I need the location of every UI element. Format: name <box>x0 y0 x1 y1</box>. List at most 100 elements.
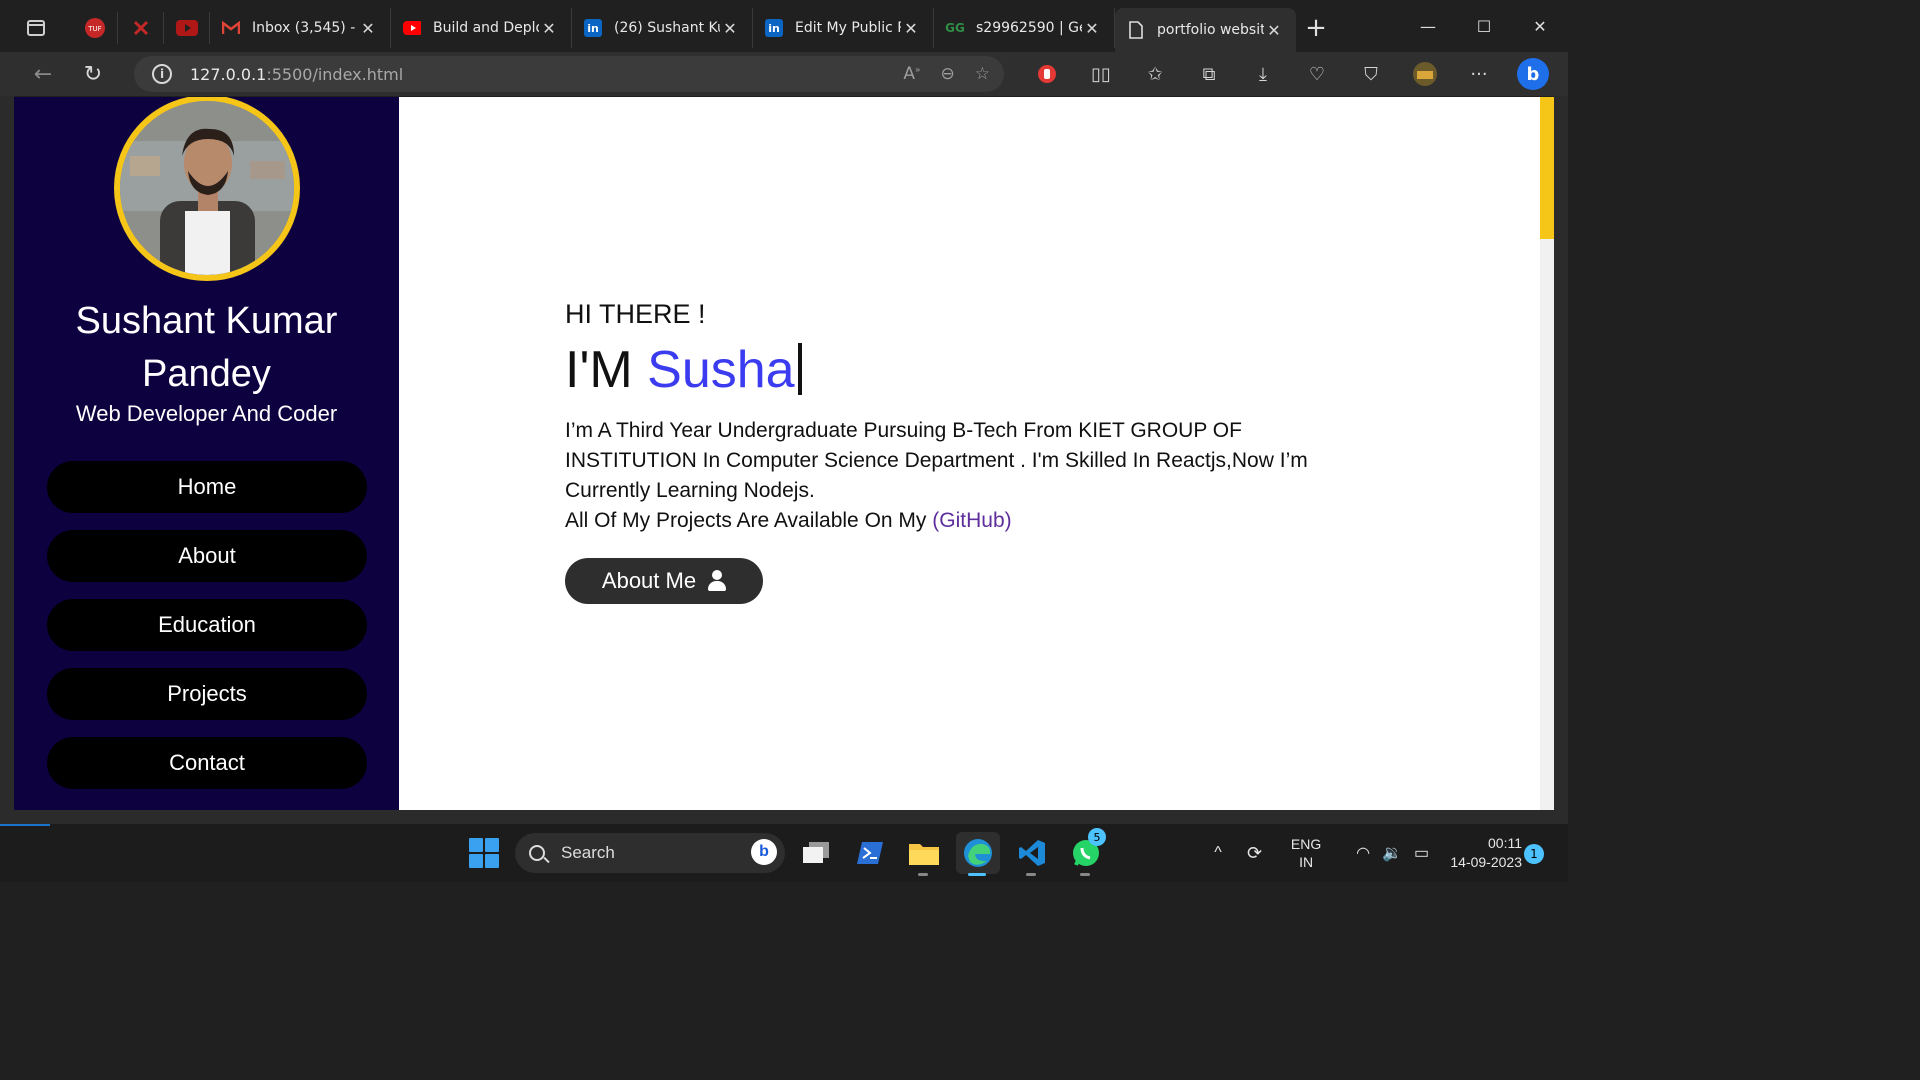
nav-projects-button[interactable]: Projects <box>47 668 367 720</box>
new-tab-button[interactable]: + <box>1296 8 1336 48</box>
browser-essentials-icon[interactable]: ♡ <box>1290 52 1344 96</box>
geeksforgeeks-icon: GG <box>945 21 965 35</box>
gmail-icon <box>222 19 240 37</box>
battery-icon: ▭ <box>1413 845 1430 862</box>
bio-line-github: All Of My Projects Are Available On My (… <box>565 506 1385 536</box>
tuf-icon: TUF <box>84 18 105 38</box>
close-icon[interactable]: ✕ <box>539 19 559 38</box>
zoom-out-icon[interactable]: ⊖ <box>941 64 955 84</box>
minimize-button[interactable]: — <box>1400 0 1456 52</box>
window-frame-right <box>1554 96 1568 816</box>
taskbar-clock[interactable]: 00:11 14-09-2023 <box>1430 834 1522 872</box>
tab-geeksforgeeks[interactable]: GG s29962590 | Ge ✕ <box>934 8 1115 48</box>
scrollbar-thumb[interactable] <box>1540 97 1554 239</box>
site-info-icon[interactable]: i <box>152 64 172 84</box>
sync-icon[interactable]: ⟳ <box>1247 843 1262 864</box>
tab-title: Edit My Public P <box>795 20 901 36</box>
typed-name: Susha <box>647 341 795 399</box>
toolbar-icons: ▯▯ ✩ ⧉ ⤓ ♡ ⛉ ··· b <box>1020 52 1560 96</box>
edge-icon <box>964 839 992 867</box>
window-frame-bottom <box>0 810 1568 824</box>
profile-avatar[interactable] <box>1398 52 1452 96</box>
nav-contact-button[interactable]: Contact <box>47 737 367 789</box>
tab-gmail[interactable]: Inbox (3,545) - s ✕ <box>210 8 391 48</box>
powershell-icon <box>857 842 883 864</box>
pinned-tabs: TUF <box>72 8 210 48</box>
read-aloud-icon[interactable]: A» <box>903 64 920 84</box>
language-indicator[interactable]: ENG IN <box>1276 835 1336 871</box>
tab-actions-button[interactable] <box>0 8 72 48</box>
tab-title: (26) Sushant Ku <box>614 20 720 36</box>
taskbar-search[interactable]: Search b <box>515 833 785 873</box>
nav-about-button[interactable]: About <box>47 530 367 582</box>
pinned-tab-youtube[interactable] <box>164 12 210 44</box>
close-icon[interactable]: ✕ <box>1082 19 1102 38</box>
about-me-button[interactable]: About Me <box>565 558 763 604</box>
refresh-button[interactable]: ↻ <box>68 54 118 94</box>
quick-settings[interactable]: ◠ 🔉 ▭ <box>1356 843 1429 863</box>
favorite-star-icon[interactable]: ☆ <box>975 64 990 84</box>
tab-title: s29962590 | Ge <box>976 20 1082 36</box>
close-icon[interactable]: ✕ <box>358 19 378 38</box>
close-icon[interactable]: ✕ <box>1264 21 1284 40</box>
address-bar-actions: A» ⊖ ☆ <box>903 56 990 92</box>
clock-time: 00:11 <box>1488 835 1522 851</box>
back-button[interactable]: ← <box>18 54 68 94</box>
tab-portfolio-active[interactable]: portfolio websit ✕ <box>1115 8 1296 52</box>
tab-title: Inbox (3,545) - s <box>252 20 358 36</box>
file-explorer-app[interactable] <box>902 832 946 876</box>
profile-name-line2: Pandey <box>142 353 271 395</box>
notification-badge[interactable]: 1 <box>1524 844 1544 864</box>
region-code: IN <box>1299 854 1314 870</box>
tab-linkedin-profile[interactable]: in (26) Sushant Ku ✕ <box>572 8 753 48</box>
typing-caret <box>797 343 802 395</box>
x-icon <box>133 20 148 36</box>
github-link[interactable]: (GitHub) <box>932 509 1011 532</box>
vscode-icon <box>1019 840 1045 866</box>
nav-home-button[interactable]: Home <box>47 461 367 513</box>
copilot-shield-icon[interactable]: ⛉ <box>1344 52 1398 96</box>
bing-copilot-icon[interactable]: b <box>1506 52 1560 96</box>
user-icon <box>708 570 727 592</box>
adblock-extension-icon[interactable] <box>1020 52 1074 96</box>
close-icon[interactable]: ✕ <box>901 19 921 38</box>
sidebar-nav: Home About Education Projects Contact <box>47 461 367 806</box>
youtube-icon <box>403 19 421 37</box>
system-tray: ^ ⟳ ENG IN ◠ 🔉 ▭ <box>1205 824 1429 882</box>
bio-line: All Of My Projects Are Available On My <box>565 509 927 532</box>
browser-tab-strip: TUF Inbox (3,545) - s ✕ Build and Deplo … <box>0 0 1568 56</box>
close-window-button[interactable]: ✕ <box>1512 0 1568 52</box>
page-icon <box>1127 21 1145 39</box>
split-screen-icon[interactable]: ▯▯ <box>1074 52 1128 96</box>
start-button[interactable] <box>469 838 499 868</box>
edge-app[interactable] <box>956 832 1000 876</box>
linkedin-icon: in <box>765 19 783 37</box>
chevron-up-icon[interactable]: ^ <box>1205 844 1231 862</box>
browser-toolbar: ← ↻ i 127.0.0.1:5500/index.html A» ⊖ ☆ ▯… <box>0 52 1568 96</box>
downloads-icon[interactable]: ⤓ <box>1236 52 1290 96</box>
whatsapp-app[interactable]: 5 <box>1064 828 1108 876</box>
address-bar[interactable]: i 127.0.0.1:5500/index.html A» ⊖ ☆ <box>134 56 1004 92</box>
collections-icon[interactable]: ⧉ <box>1182 52 1236 96</box>
bing-icon[interactable]: b <box>751 839 777 865</box>
maximize-button[interactable]: ☐ <box>1456 0 1512 52</box>
terminal-app[interactable] <box>848 832 892 874</box>
close-icon[interactable]: ✕ <box>720 19 740 38</box>
hero-bio: I’m A Third Year Undergraduate Pursuing … <box>565 416 1385 536</box>
task-view-button[interactable] <box>794 832 838 874</box>
language-code: ENG <box>1290 836 1322 852</box>
hero-greeting: HI THERE ! <box>565 299 706 329</box>
vscode-app[interactable] <box>1010 832 1054 876</box>
profile-name: Sushant Kumar Pandey <box>14 295 399 401</box>
pinned-tab-tuf[interactable]: TUF <box>72 12 118 44</box>
whatsapp-badge: 5 <box>1088 828 1106 846</box>
more-menu-icon[interactable]: ··· <box>1452 52 1506 96</box>
search-icon <box>529 845 545 861</box>
page-scrollbar[interactable] <box>1540 97 1554 810</box>
favorites-icon[interactable]: ✩ <box>1128 52 1182 96</box>
tab-linkedin-edit[interactable]: in Edit My Public P ✕ <box>753 8 934 48</box>
tab-youtube[interactable]: Build and Deplo ✕ <box>391 8 572 48</box>
nav-education-button[interactable]: Education <box>47 599 367 651</box>
about-me-label: About Me <box>601 568 697 593</box>
pinned-tab-x[interactable] <box>118 12 164 44</box>
